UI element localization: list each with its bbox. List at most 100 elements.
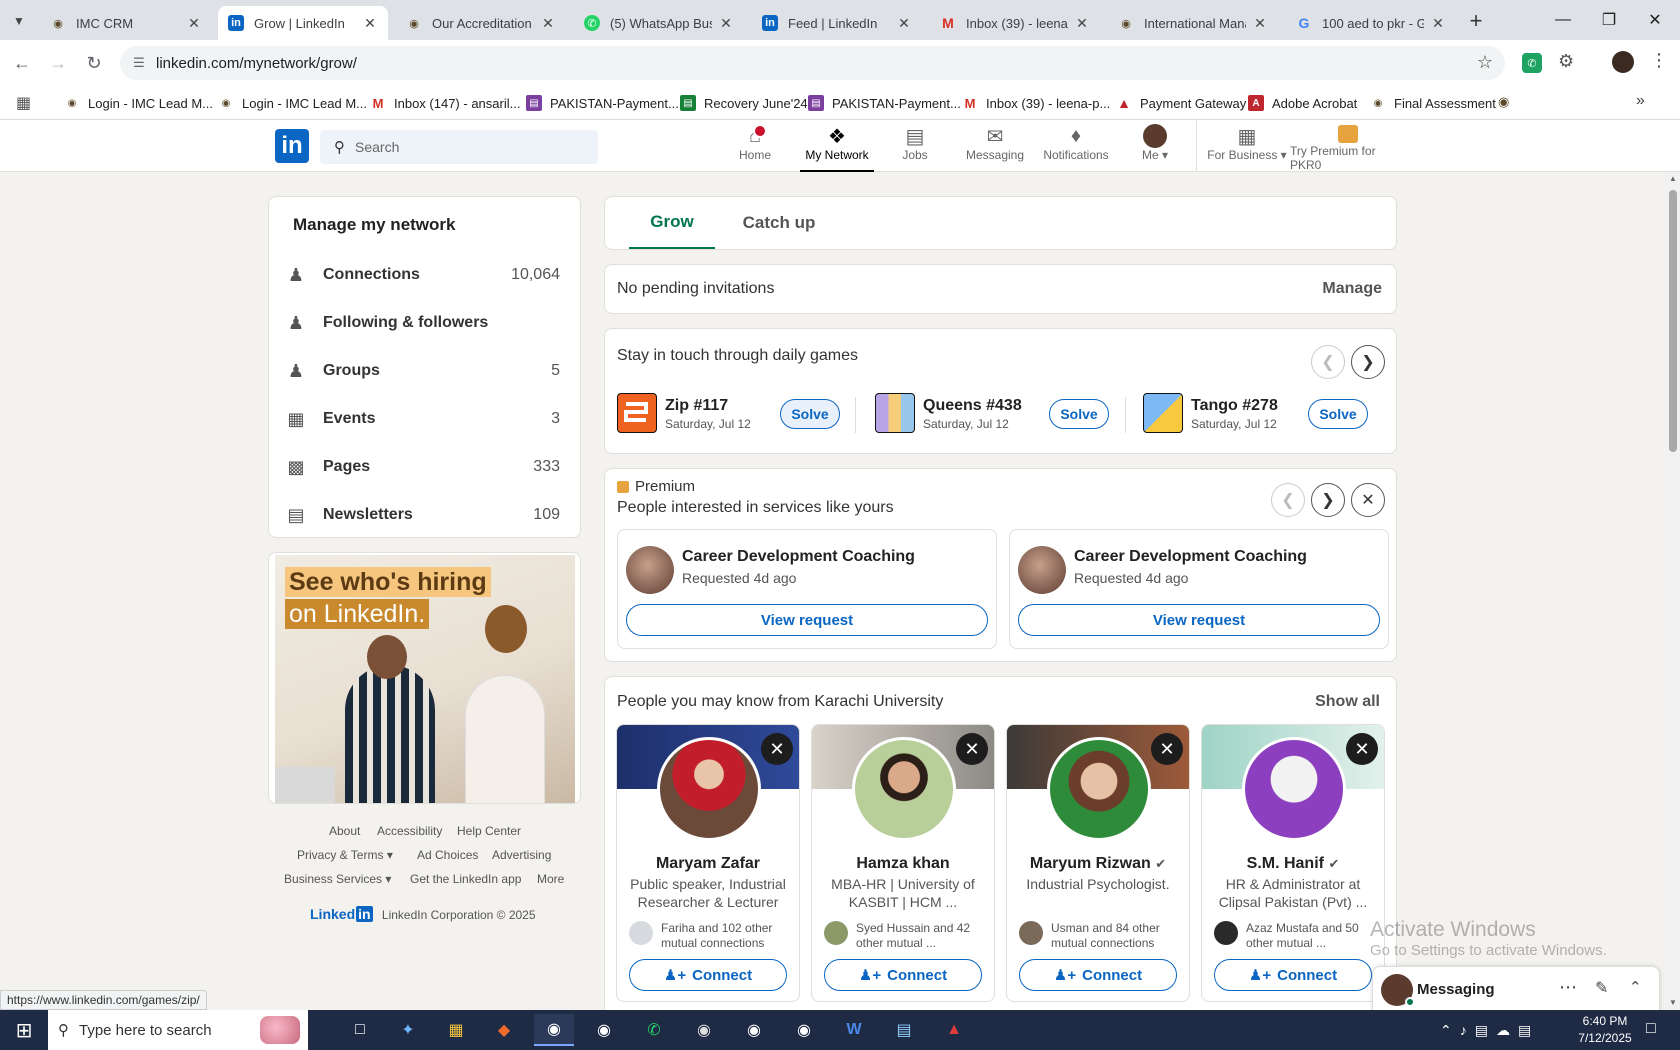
footer-accessibility[interactable]: Accessibility — [377, 824, 442, 838]
bookmark[interactable]: M Inbox (147) - ansaril... — [370, 93, 521, 113]
more-bookmarks-icon[interactable]: » — [1636, 92, 1645, 110]
nav-my-network[interactable]: ❖ My Network — [800, 124, 874, 172]
profile-avatar[interactable] — [1612, 51, 1634, 73]
chrome-icon[interactable]: ◉ — [584, 1014, 624, 1046]
acrobat-icon[interactable]: ▲ — [934, 1014, 974, 1046]
browser-tab[interactable]: ◉ International Manag ✕ — [1108, 6, 1278, 40]
site-info-icon[interactable]: ☰ — [130, 55, 148, 71]
bookmark[interactable]: M Inbox (39) - leena-p... — [962, 93, 1111, 113]
more-options-icon[interactable]: ⋯ — [1559, 977, 1577, 998]
new-tab-button[interactable]: + — [1462, 8, 1490, 34]
game-name[interactable]: Zip #117 — [665, 397, 728, 415]
footer-about[interactable]: About — [329, 824, 360, 838]
tab-catch-up[interactable]: Catch up — [729, 197, 829, 249]
nav-premium[interactable]: Try Premium for PKR0 — [1290, 124, 1406, 172]
sidebar-item-following[interactable]: ♟ Following & followers — [285, 301, 560, 345]
nav-messaging[interactable]: ✉ Messaging — [962, 124, 1028, 172]
footer-adchoices[interactable]: Ad Choices — [417, 848, 478, 862]
bookmark[interactable]: ▤ Recovery June'24 — [680, 93, 808, 113]
bookmark[interactable]: ◉ Login - IMC Lead M... — [64, 93, 213, 113]
browser-tab[interactable]: ◉ IMC CRM ✕ — [40, 6, 212, 40]
imc-icon[interactable]: ◉ — [1498, 94, 1509, 110]
whatsapp-icon[interactable]: ✆ — [634, 1014, 674, 1046]
clock-time[interactable]: 6:40 PM — [1570, 1014, 1640, 1028]
bookmark[interactable]: ▤ PAKISTAN-Payment... — [526, 93, 679, 113]
scroll-up-icon[interactable]: ▲ — [1669, 174, 1677, 183]
person-name[interactable]: Maryum Rizwan ✔ — [1007, 855, 1189, 873]
person-card[interactable]: ✕ Maryum Rizwan ✔ Industrial Psychologis… — [1006, 724, 1190, 1002]
person-card[interactable]: ✕ Hamza khan MBA-HR | University of KASB… — [811, 724, 995, 1002]
apps-icon[interactable]: ▦ — [16, 93, 31, 113]
compose-icon[interactable]: ✎ — [1595, 978, 1608, 998]
sidebar-item-groups[interactable]: ♟ Groups 5 — [285, 349, 560, 393]
connect-button[interactable]: ♟+ Connect — [629, 959, 787, 991]
puzzle-icon[interactable]: ⚙ — [1558, 51, 1574, 72]
back-icon[interactable]: ← — [10, 51, 34, 75]
game-name[interactable]: Queens #438 — [923, 397, 1022, 415]
prev-arrow-icon[interactable]: ❮ — [1311, 345, 1345, 379]
person-name[interactable]: Hamza khan — [812, 855, 994, 873]
close-icon[interactable]: ✕ — [718, 15, 734, 32]
view-request-button[interactable]: View request — [626, 604, 988, 636]
hiring-ad[interactable]: See who's hiring on LinkedIn. — [268, 552, 581, 804]
menu-icon[interactable]: ⋮ — [1650, 50, 1668, 71]
nav-notifications[interactable]: ♦ Notifications — [1040, 124, 1112, 172]
view-request-button[interactable]: View request — [1018, 604, 1380, 636]
chrome-icon[interactable]: ◉ — [784, 1014, 824, 1046]
file-explorer-icon[interactable]: ▦ — [436, 1014, 476, 1046]
extension-icon[interactable]: ✆ — [1522, 53, 1542, 73]
browser-tab[interactable]: ✆ (5) WhatsApp Busine ✕ — [574, 6, 744, 40]
bookmark[interactable]: ◉ Final Assessment — [1370, 93, 1496, 113]
close-window-button[interactable]: ✕ — [1632, 0, 1678, 40]
search-input[interactable]: ⚲ Search — [320, 130, 598, 164]
footer-advertising[interactable]: Advertising — [492, 848, 551, 862]
sidebar-item-pages[interactable]: ▩ Pages 333 — [285, 445, 560, 489]
page-scrollbar[interactable]: ▲ ▼ — [1666, 172, 1680, 1010]
tab-search-button[interactable]: ▼ — [8, 10, 30, 32]
task-view-icon[interactable]: □ — [340, 1014, 380, 1046]
next-arrow-icon[interactable]: ❯ — [1351, 345, 1385, 379]
windows-start-icon[interactable]: ⊞ — [4, 1014, 44, 1046]
bookmark[interactable]: A Adobe Acrobat — [1248, 93, 1357, 113]
close-icon[interactable]: ✕ — [362, 15, 378, 32]
browser-tab[interactable]: in Feed | LinkedIn ✕ — [752, 6, 922, 40]
sidebar-item-connections[interactable]: ♟ Connections 10,064 — [285, 253, 560, 297]
reload-icon[interactable]: ↻ — [82, 51, 106, 75]
dismiss-icon[interactable]: ✕ — [1346, 733, 1378, 765]
clock-date[interactable]: 7/12/2025 — [1570, 1031, 1640, 1045]
close-icon[interactable]: ✕ — [1074, 15, 1090, 32]
browser-tab[interactable]: ◉ Our Accreditation | I ✕ — [396, 6, 566, 40]
word-icon[interactable]: W — [834, 1014, 874, 1046]
footer-help[interactable]: Help Center — [457, 824, 521, 838]
dismiss-icon[interactable]: ✕ — [956, 733, 988, 765]
dismiss-icon[interactable]: ✕ — [761, 733, 793, 765]
solve-button[interactable]: Solve — [780, 399, 840, 429]
nav-home[interactable]: ⌂ Home — [730, 124, 780, 172]
address-bar[interactable]: ☰ linkedin.com/mynetwork/grow/ ☆ — [120, 46, 1505, 80]
bookmark[interactable]: ▤ PAKISTAN-Payment... — [808, 93, 961, 113]
bookmark-star-icon[interactable]: ☆ — [1477, 52, 1493, 73]
scroll-down-icon[interactable]: ▼ — [1669, 998, 1677, 1007]
sidebar-item-events[interactable]: ▦ Events 3 — [285, 397, 560, 441]
linkedin-logo[interactable]: in — [275, 129, 309, 163]
person-name[interactable]: S.M. Hanif ✔ — [1202, 855, 1384, 873]
prev-arrow-icon[interactable]: ❮ — [1271, 483, 1305, 517]
dismiss-icon[interactable]: ✕ — [1151, 733, 1183, 765]
person-card[interactable]: ✕ S.M. Hanif ✔ HR & Administrator at Cli… — [1201, 724, 1385, 1002]
bookmark[interactable]: ▲ Payment Gateway — [1116, 93, 1246, 113]
close-icon[interactable]: ✕ — [1351, 483, 1385, 517]
system-tray[interactable]: ⌃♪▤☁▤ — [1440, 1022, 1539, 1039]
next-arrow-icon[interactable]: ❯ — [1311, 483, 1345, 517]
close-icon[interactable]: ✕ — [1430, 15, 1446, 32]
chrome-icon[interactable]: ◉ — [534, 1014, 574, 1046]
bookmark[interactable]: ◉ Login - IMC Lead M... — [218, 93, 367, 113]
solve-button[interactable]: Solve — [1049, 399, 1109, 429]
close-icon[interactable]: ✕ — [896, 15, 912, 32]
person-name[interactable]: Maryam Zafar — [617, 855, 799, 873]
chrome-icon[interactable]: ◉ — [734, 1014, 774, 1046]
browser-tab[interactable]: M Inbox (39) - leena-p ✕ — [930, 6, 1100, 40]
browser-tab[interactable]: G 100 aed to pkr - Go ✕ — [1286, 6, 1456, 40]
nav-for-business[interactable]: ▦ For Business ▾ — [1206, 124, 1288, 172]
forward-icon[interactable]: → — [46, 51, 70, 75]
minimize-button[interactable]: — — [1540, 0, 1586, 40]
